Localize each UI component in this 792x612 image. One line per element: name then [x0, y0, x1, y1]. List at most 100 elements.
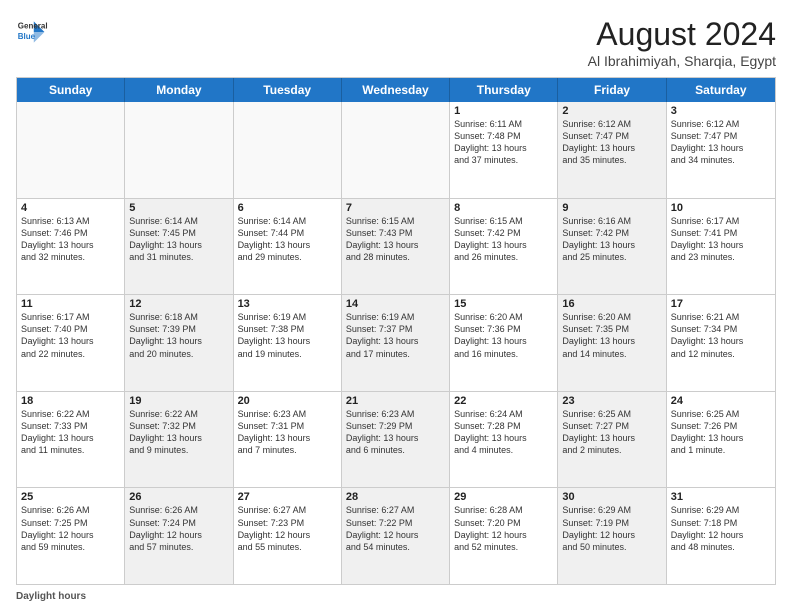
day-info: Sunrise: 6:24 AM Sunset: 7:28 PM Dayligh… [454, 408, 553, 457]
day-number: 4 [21, 202, 120, 214]
day-cell-24: 24Sunrise: 6:25 AM Sunset: 7:26 PM Dayli… [667, 392, 775, 488]
day-of-week-monday: Monday [125, 78, 233, 102]
day-number: 11 [21, 298, 120, 310]
day-cell-16: 16Sunrise: 6:20 AM Sunset: 7:35 PM Dayli… [558, 295, 666, 391]
day-cell-11: 11Sunrise: 6:17 AM Sunset: 7:40 PM Dayli… [17, 295, 125, 391]
day-info: Sunrise: 6:22 AM Sunset: 7:33 PM Dayligh… [21, 408, 120, 457]
svg-text:General: General [18, 21, 48, 30]
svg-text:Blue: Blue [18, 32, 36, 41]
day-cell-25: 25Sunrise: 6:26 AM Sunset: 7:25 PM Dayli… [17, 488, 125, 584]
day-cell-3: 3Sunrise: 6:12 AM Sunset: 7:47 PM Daylig… [667, 102, 775, 198]
empty-cell [342, 102, 450, 198]
empty-cell [17, 102, 125, 198]
day-number: 25 [21, 491, 120, 503]
day-cell-15: 15Sunrise: 6:20 AM Sunset: 7:36 PM Dayli… [450, 295, 558, 391]
day-info: Sunrise: 6:12 AM Sunset: 7:47 PM Dayligh… [671, 118, 771, 167]
day-info: Sunrise: 6:12 AM Sunset: 7:47 PM Dayligh… [562, 118, 661, 167]
calendar-week-1: 1Sunrise: 6:11 AM Sunset: 7:48 PM Daylig… [17, 102, 775, 199]
day-cell-22: 22Sunrise: 6:24 AM Sunset: 7:28 PM Dayli… [450, 392, 558, 488]
calendar-header: SundayMondayTuesdayWednesdayThursdayFrid… [17, 78, 775, 102]
day-number: 21 [346, 395, 445, 407]
day-number: 27 [238, 491, 337, 503]
day-number: 5 [129, 202, 228, 214]
day-number: 23 [562, 395, 661, 407]
day-cell-9: 9Sunrise: 6:16 AM Sunset: 7:42 PM Daylig… [558, 199, 666, 295]
day-info: Sunrise: 6:11 AM Sunset: 7:48 PM Dayligh… [454, 118, 553, 167]
day-number: 18 [21, 395, 120, 407]
day-info: Sunrise: 6:21 AM Sunset: 7:34 PM Dayligh… [671, 311, 771, 360]
calendar-week-5: 25Sunrise: 6:26 AM Sunset: 7:25 PM Dayli… [17, 488, 775, 584]
day-cell-4: 4Sunrise: 6:13 AM Sunset: 7:46 PM Daylig… [17, 199, 125, 295]
day-cell-18: 18Sunrise: 6:22 AM Sunset: 7:33 PM Dayli… [17, 392, 125, 488]
day-info: Sunrise: 6:25 AM Sunset: 7:27 PM Dayligh… [562, 408, 661, 457]
subtitle: Al Ibrahimiyah, Sharqia, Egypt [588, 53, 776, 69]
day-info: Sunrise: 6:18 AM Sunset: 7:39 PM Dayligh… [129, 311, 228, 360]
day-cell-8: 8Sunrise: 6:15 AM Sunset: 7:42 PM Daylig… [450, 199, 558, 295]
day-cell-29: 29Sunrise: 6:28 AM Sunset: 7:20 PM Dayli… [450, 488, 558, 584]
main-title: August 2024 [588, 16, 776, 53]
day-cell-7: 7Sunrise: 6:15 AM Sunset: 7:43 PM Daylig… [342, 199, 450, 295]
day-number: 8 [454, 202, 553, 214]
day-cell-26: 26Sunrise: 6:26 AM Sunset: 7:24 PM Dayli… [125, 488, 233, 584]
day-number: 6 [238, 202, 337, 214]
day-cell-14: 14Sunrise: 6:19 AM Sunset: 7:37 PM Dayli… [342, 295, 450, 391]
day-cell-1: 1Sunrise: 6:11 AM Sunset: 7:48 PM Daylig… [450, 102, 558, 198]
day-number: 2 [562, 105, 661, 117]
day-info: Sunrise: 6:27 AM Sunset: 7:22 PM Dayligh… [346, 504, 445, 553]
day-info: Sunrise: 6:14 AM Sunset: 7:44 PM Dayligh… [238, 215, 337, 264]
day-number: 13 [238, 298, 337, 310]
day-cell-31: 31Sunrise: 6:29 AM Sunset: 7:18 PM Dayli… [667, 488, 775, 584]
empty-cell [234, 102, 342, 198]
day-info: Sunrise: 6:15 AM Sunset: 7:43 PM Dayligh… [346, 215, 445, 264]
day-number: 31 [671, 491, 771, 503]
day-cell-28: 28Sunrise: 6:27 AM Sunset: 7:22 PM Dayli… [342, 488, 450, 584]
title-block: August 2024 Al Ibrahimiyah, Sharqia, Egy… [588, 16, 776, 69]
day-cell-19: 19Sunrise: 6:22 AM Sunset: 7:32 PM Dayli… [125, 392, 233, 488]
day-cell-30: 30Sunrise: 6:29 AM Sunset: 7:19 PM Dayli… [558, 488, 666, 584]
day-number: 30 [562, 491, 661, 503]
day-info: Sunrise: 6:20 AM Sunset: 7:35 PM Dayligh… [562, 311, 661, 360]
day-of-week-sunday: Sunday [17, 78, 125, 102]
day-cell-6: 6Sunrise: 6:14 AM Sunset: 7:44 PM Daylig… [234, 199, 342, 295]
day-number: 17 [671, 298, 771, 310]
day-info: Sunrise: 6:23 AM Sunset: 7:29 PM Dayligh… [346, 408, 445, 457]
day-number: 9 [562, 202, 661, 214]
day-number: 12 [129, 298, 228, 310]
day-info: Sunrise: 6:17 AM Sunset: 7:41 PM Dayligh… [671, 215, 771, 264]
day-of-week-tuesday: Tuesday [234, 78, 342, 102]
day-number: 7 [346, 202, 445, 214]
day-number: 19 [129, 395, 228, 407]
day-cell-20: 20Sunrise: 6:23 AM Sunset: 7:31 PM Dayli… [234, 392, 342, 488]
day-number: 15 [454, 298, 553, 310]
calendar-week-4: 18Sunrise: 6:22 AM Sunset: 7:33 PM Dayli… [17, 392, 775, 489]
day-cell-2: 2Sunrise: 6:12 AM Sunset: 7:47 PM Daylig… [558, 102, 666, 198]
day-cell-5: 5Sunrise: 6:14 AM Sunset: 7:45 PM Daylig… [125, 199, 233, 295]
day-number: 28 [346, 491, 445, 503]
day-info: Sunrise: 6:15 AM Sunset: 7:42 PM Dayligh… [454, 215, 553, 264]
page: General Blue August 2024 Al Ibrahimiyah,… [0, 0, 792, 612]
day-of-week-saturday: Saturday [667, 78, 775, 102]
day-number: 24 [671, 395, 771, 407]
calendar-body: 1Sunrise: 6:11 AM Sunset: 7:48 PM Daylig… [17, 102, 775, 584]
calendar: SundayMondayTuesdayWednesdayThursdayFrid… [16, 77, 776, 585]
day-of-week-friday: Friday [558, 78, 666, 102]
day-number: 16 [562, 298, 661, 310]
day-number: 14 [346, 298, 445, 310]
footer-label: Daylight hours [16, 591, 86, 602]
day-info: Sunrise: 6:19 AM Sunset: 7:37 PM Dayligh… [346, 311, 445, 360]
day-info: Sunrise: 6:25 AM Sunset: 7:26 PM Dayligh… [671, 408, 771, 457]
calendar-week-2: 4Sunrise: 6:13 AM Sunset: 7:46 PM Daylig… [17, 199, 775, 296]
day-info: Sunrise: 6:13 AM Sunset: 7:46 PM Dayligh… [21, 215, 120, 264]
day-info: Sunrise: 6:19 AM Sunset: 7:38 PM Dayligh… [238, 311, 337, 360]
day-info: Sunrise: 6:27 AM Sunset: 7:23 PM Dayligh… [238, 504, 337, 553]
day-cell-12: 12Sunrise: 6:18 AM Sunset: 7:39 PM Dayli… [125, 295, 233, 391]
calendar-week-3: 11Sunrise: 6:17 AM Sunset: 7:40 PM Dayli… [17, 295, 775, 392]
day-cell-17: 17Sunrise: 6:21 AM Sunset: 7:34 PM Dayli… [667, 295, 775, 391]
day-number: 26 [129, 491, 228, 503]
footer: Daylight hours [16, 591, 776, 602]
day-info: Sunrise: 6:22 AM Sunset: 7:32 PM Dayligh… [129, 408, 228, 457]
logo-icon: General Blue [16, 16, 48, 48]
day-number: 22 [454, 395, 553, 407]
day-info: Sunrise: 6:23 AM Sunset: 7:31 PM Dayligh… [238, 408, 337, 457]
day-of-week-thursday: Thursday [450, 78, 558, 102]
